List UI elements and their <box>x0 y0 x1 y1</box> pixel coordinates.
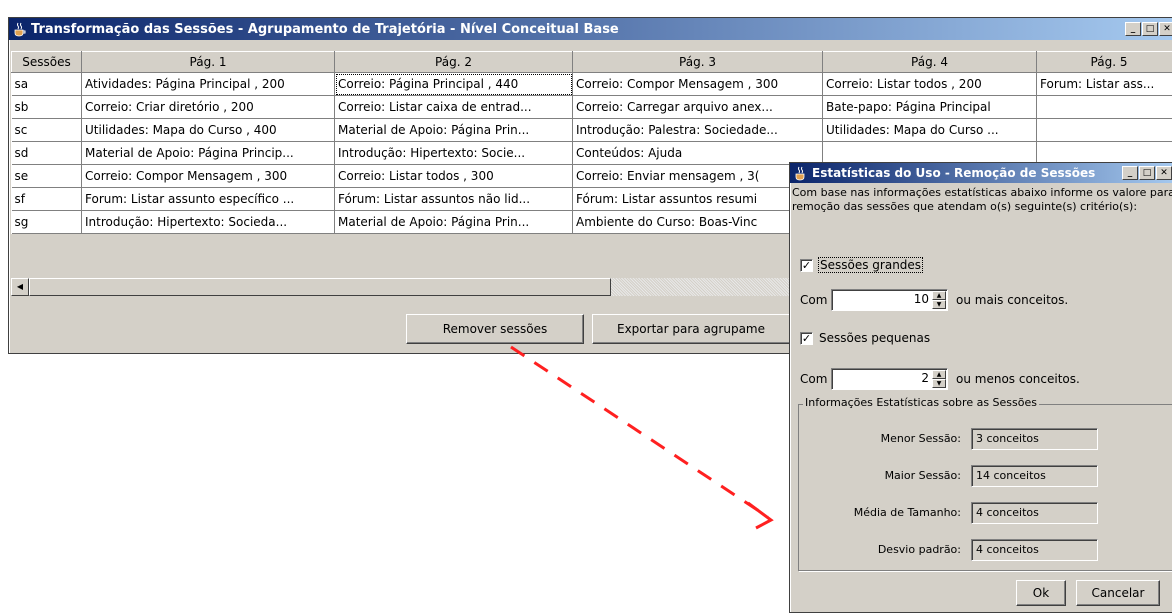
table-cell[interactable]: Fórum: Listar assuntos resumi <box>572 187 823 211</box>
dialog-minimize-button[interactable]: _ <box>1122 166 1138 180</box>
table-cell[interactable]: sg <box>11 210 82 234</box>
large-sessions-input[interactable]: 10 <box>831 289 948 311</box>
dialog-title-bar[interactable]: Estatísticas do Uso - Remoção de Sessões… <box>790 163 1172 183</box>
table-row[interactable]: sb Correio: Criar diretório , 200 Correio:… <box>11 95 1172 119</box>
remove-sessions-button[interactable]: Remover sessões <box>406 314 584 344</box>
table-cell[interactable] <box>1036 95 1172 119</box>
column-header[interactable]: Sessões <box>11 51 82 73</box>
stat-value-field: 3 conceitos <box>971 428 1098 450</box>
stat-value-field: 4 conceitos <box>971 539 1098 561</box>
stat-label: Desvio padrão: <box>877 543 961 556</box>
scrollbar-thumb[interactable] <box>29 278 611 296</box>
small-spinner[interactable]: ▲ ▼ <box>932 370 946 388</box>
table-cell[interactable]: Correio: Criar diretório , 200 <box>81 95 335 119</box>
table-row[interactable]: sa Atividades: Página Principal , 200 Corr… <box>11 72 1172 96</box>
dialog-maximize-button[interactable]: □ <box>1139 166 1155 180</box>
table-cell[interactable]: Ambiente do Curso: Boas-Vinc <box>572 210 823 234</box>
table-cell[interactable] <box>1036 118 1172 142</box>
table-cell[interactable]: Material de Apoio: Página Prin... <box>334 210 573 234</box>
java-cup-icon <box>795 166 805 181</box>
stat-label: Menor Sessão: <box>880 432 961 445</box>
scroll-left-arrow-icon[interactable]: ◀ <box>11 278 29 296</box>
statistics-dialog: Estatísticas do Uso - Remoção de Sessões… <box>789 162 1172 613</box>
table-cell[interactable]: Correio: Listar todos , 200 <box>822 72 1037 96</box>
export-button[interactable]: Exportar para agrupame <box>592 314 802 344</box>
stat-value-field: 14 conceitos <box>971 465 1098 487</box>
dialog-description: Com base nas informações estatísticas ab… <box>792 186 1172 213</box>
java-cup-icon <box>14 22 26 37</box>
table-cell[interactable]: Material de Apoio: Página Princip... <box>81 141 335 165</box>
table-cell[interactable]: sc <box>11 118 82 142</box>
spinner-down-icon[interactable]: ▼ <box>932 379 946 388</box>
main-title-bar[interactable]: Transformação das Sessões - Agrupamento … <box>9 18 1172 40</box>
table-cell[interactable]: Conteúdos: Ajuda <box>572 141 823 165</box>
table-cell[interactable]: Correio: Página Principal , 440 <box>334 72 573 96</box>
table-cell[interactable]: Correio: Carregar arquivo anex... <box>572 95 823 119</box>
table-cell[interactable]: Forum: Listar ass... <box>1036 72 1172 96</box>
small-sessions-input[interactable]: 2 <box>831 368 948 390</box>
stat-value-field: 4 conceitos <box>971 502 1098 524</box>
table-cell[interactable]: Utilidades: Mapa do Curso ... <box>822 118 1037 142</box>
table-cell[interactable]: Correio: Listar todos , 300 <box>334 164 573 188</box>
column-header[interactable]: Pág. 5 <box>1036 51 1172 73</box>
table-cell[interactable]: Forum: Listar assunto específico ... <box>81 187 335 211</box>
table-cell[interactable]: Introdução: Hipertexto: Socieda... <box>81 210 335 234</box>
table-cell[interactable]: Correio: Compor Mensagem , 300 <box>572 72 823 96</box>
main-window-title: Transformação das Sessões - Agrupamento … <box>31 21 619 37</box>
large-suffix-label: ou mais conceitos. <box>956 293 1069 307</box>
table-cell[interactable]: sd <box>11 141 82 165</box>
stats-group-title: Informações Estatísticas sobre as Sessõe… <box>803 396 1039 409</box>
table-row[interactable]: sc Utilidades: Mapa do Curso , 400 Materia… <box>11 118 1172 142</box>
table-cell[interactable]: Utilidades: Mapa do Curso , 400 <box>81 118 335 142</box>
small-sessions-label[interactable]: Sessões pequenas <box>819 331 930 345</box>
table-cell[interactable]: Material de Apoio: Página Prin... <box>334 118 573 142</box>
large-sessions-label[interactable]: Sessões grandes <box>817 257 924 273</box>
table-cell[interactable]: Fórum: Listar assuntos não lid... <box>334 187 573 211</box>
table-cell[interactable]: Introdução: Palestra: Sociedade... <box>572 118 823 142</box>
large-sessions-checkbox[interactable]: ✓ <box>800 259 813 272</box>
large-spinner[interactable]: ▲ ▼ <box>932 291 946 309</box>
table-cell[interactable]: se <box>11 164 82 188</box>
spinner-down-icon[interactable]: ▼ <box>932 300 946 309</box>
table-cell[interactable]: sb <box>11 95 82 119</box>
large-com-label: Com <box>800 293 828 307</box>
spinner-up-icon[interactable]: ▲ <box>932 291 946 300</box>
column-header[interactable]: Pág. 3 <box>572 51 823 73</box>
minimize-button[interactable]: _ <box>1125 22 1141 36</box>
dialog-close-button[interactable]: ✕ <box>1156 166 1172 180</box>
small-suffix-label: ou menos conceitos. <box>956 372 1080 386</box>
table-cell[interactable]: Correio: Listar caixa de entrad... <box>334 95 573 119</box>
stat-label: Média de Tamanho: <box>853 506 961 519</box>
ok-button[interactable]: Ok <box>1016 580 1066 606</box>
table-cell[interactable]: sa <box>11 72 82 96</box>
small-sessions-checkbox[interactable]: ✓ <box>800 332 813 345</box>
table-header: Sessões Pág. 1 Pág. 2 Pág. 3 Pág. 4 Pág. 5 <box>11 51 1172 73</box>
small-com-label: Com <box>800 372 828 386</box>
table-cell[interactable]: sf <box>11 187 82 211</box>
cancel-button[interactable]: Cancelar <box>1076 580 1160 606</box>
dialog-title: Estatísticas do Uso - Remoção de Sessões <box>812 166 1096 180</box>
table-cell[interactable]: Correio: Enviar mensagem , 3( <box>572 164 823 188</box>
table-cell[interactable]: Atividades: Página Principal , 200 <box>81 72 335 96</box>
close-button[interactable]: ✕ <box>1159 22 1172 36</box>
spinner-up-icon[interactable]: ▲ <box>932 370 946 379</box>
stat-label: Maior Sessão: <box>884 469 961 482</box>
table-cell[interactable]: Correio: Compor Mensagem , 300 <box>81 164 335 188</box>
table-cell[interactable]: Bate-papo: Página Principal <box>822 95 1037 119</box>
column-header[interactable]: Pág. 2 <box>334 51 573 73</box>
table-cell[interactable]: Introdução: Hipertexto: Socie... <box>334 141 573 165</box>
column-header[interactable]: Pág. 4 <box>822 51 1037 73</box>
maximize-button[interactable]: □ <box>1142 22 1158 36</box>
column-header[interactable]: Pág. 1 <box>81 51 335 73</box>
